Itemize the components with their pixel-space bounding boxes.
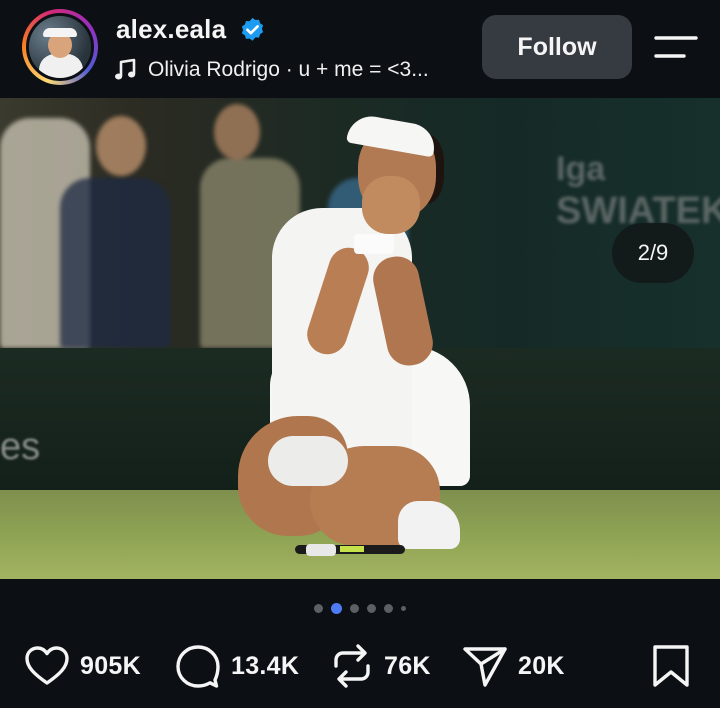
comment-count: 13.4K <box>231 651 300 680</box>
follow-button[interactable]: Follow <box>482 15 632 79</box>
menu-icon[interactable] <box>654 34 698 60</box>
heart-icon[interactable] <box>24 645 70 687</box>
like-count: 905K <box>80 651 141 680</box>
share-count: 20K <box>518 651 565 680</box>
comment-icon[interactable] <box>175 644 221 688</box>
repost-action[interactable]: 76K <box>330 638 431 694</box>
music-track-label: Olivia Rodrigo · u + me = <3... <box>148 58 429 81</box>
like-action[interactable]: 905K <box>24 638 141 694</box>
repost-icon[interactable] <box>330 643 374 689</box>
story-ring[interactable] <box>22 9 98 85</box>
share-icon[interactable] <box>462 644 508 688</box>
board-name-first: Iga <box>556 150 606 188</box>
carousel-dot <box>314 603 323 613</box>
carousel-dot <box>401 605 406 611</box>
username[interactable]: alex.eala <box>116 14 226 45</box>
carousel-dot <box>367 603 376 613</box>
carousel-dot <box>384 603 393 613</box>
player-figure <box>230 112 490 556</box>
action-bar: 905K 13.4K 76K 20K <box>0 638 720 694</box>
music-attribution[interactable]: Olivia Rodrigo · u + me = <3... <box>114 57 429 83</box>
wall-sponsor-text: es <box>0 426 41 468</box>
avatar[interactable] <box>26 13 94 81</box>
bookmark-icon[interactable] <box>652 644 690 688</box>
image-counter: 2/9 <box>612 223 694 283</box>
music-note-icon <box>115 58 136 80</box>
repost-count: 76K <box>384 651 431 680</box>
carousel-dot <box>350 603 359 613</box>
bookmark-action[interactable] <box>652 638 690 694</box>
comment-action[interactable]: 13.4K <box>175 638 299 694</box>
share-action[interactable]: 20K <box>462 638 565 694</box>
carousel-indicator <box>0 598 720 618</box>
verified-badge-icon <box>241 17 264 41</box>
post-image[interactable]: Iga SWIATEK es 2/9 <box>0 98 720 579</box>
post-header: alex.eala Olivia Rodrigo · u + me = <3..… <box>0 0 720 98</box>
carousel-dot-active <box>331 602 342 614</box>
